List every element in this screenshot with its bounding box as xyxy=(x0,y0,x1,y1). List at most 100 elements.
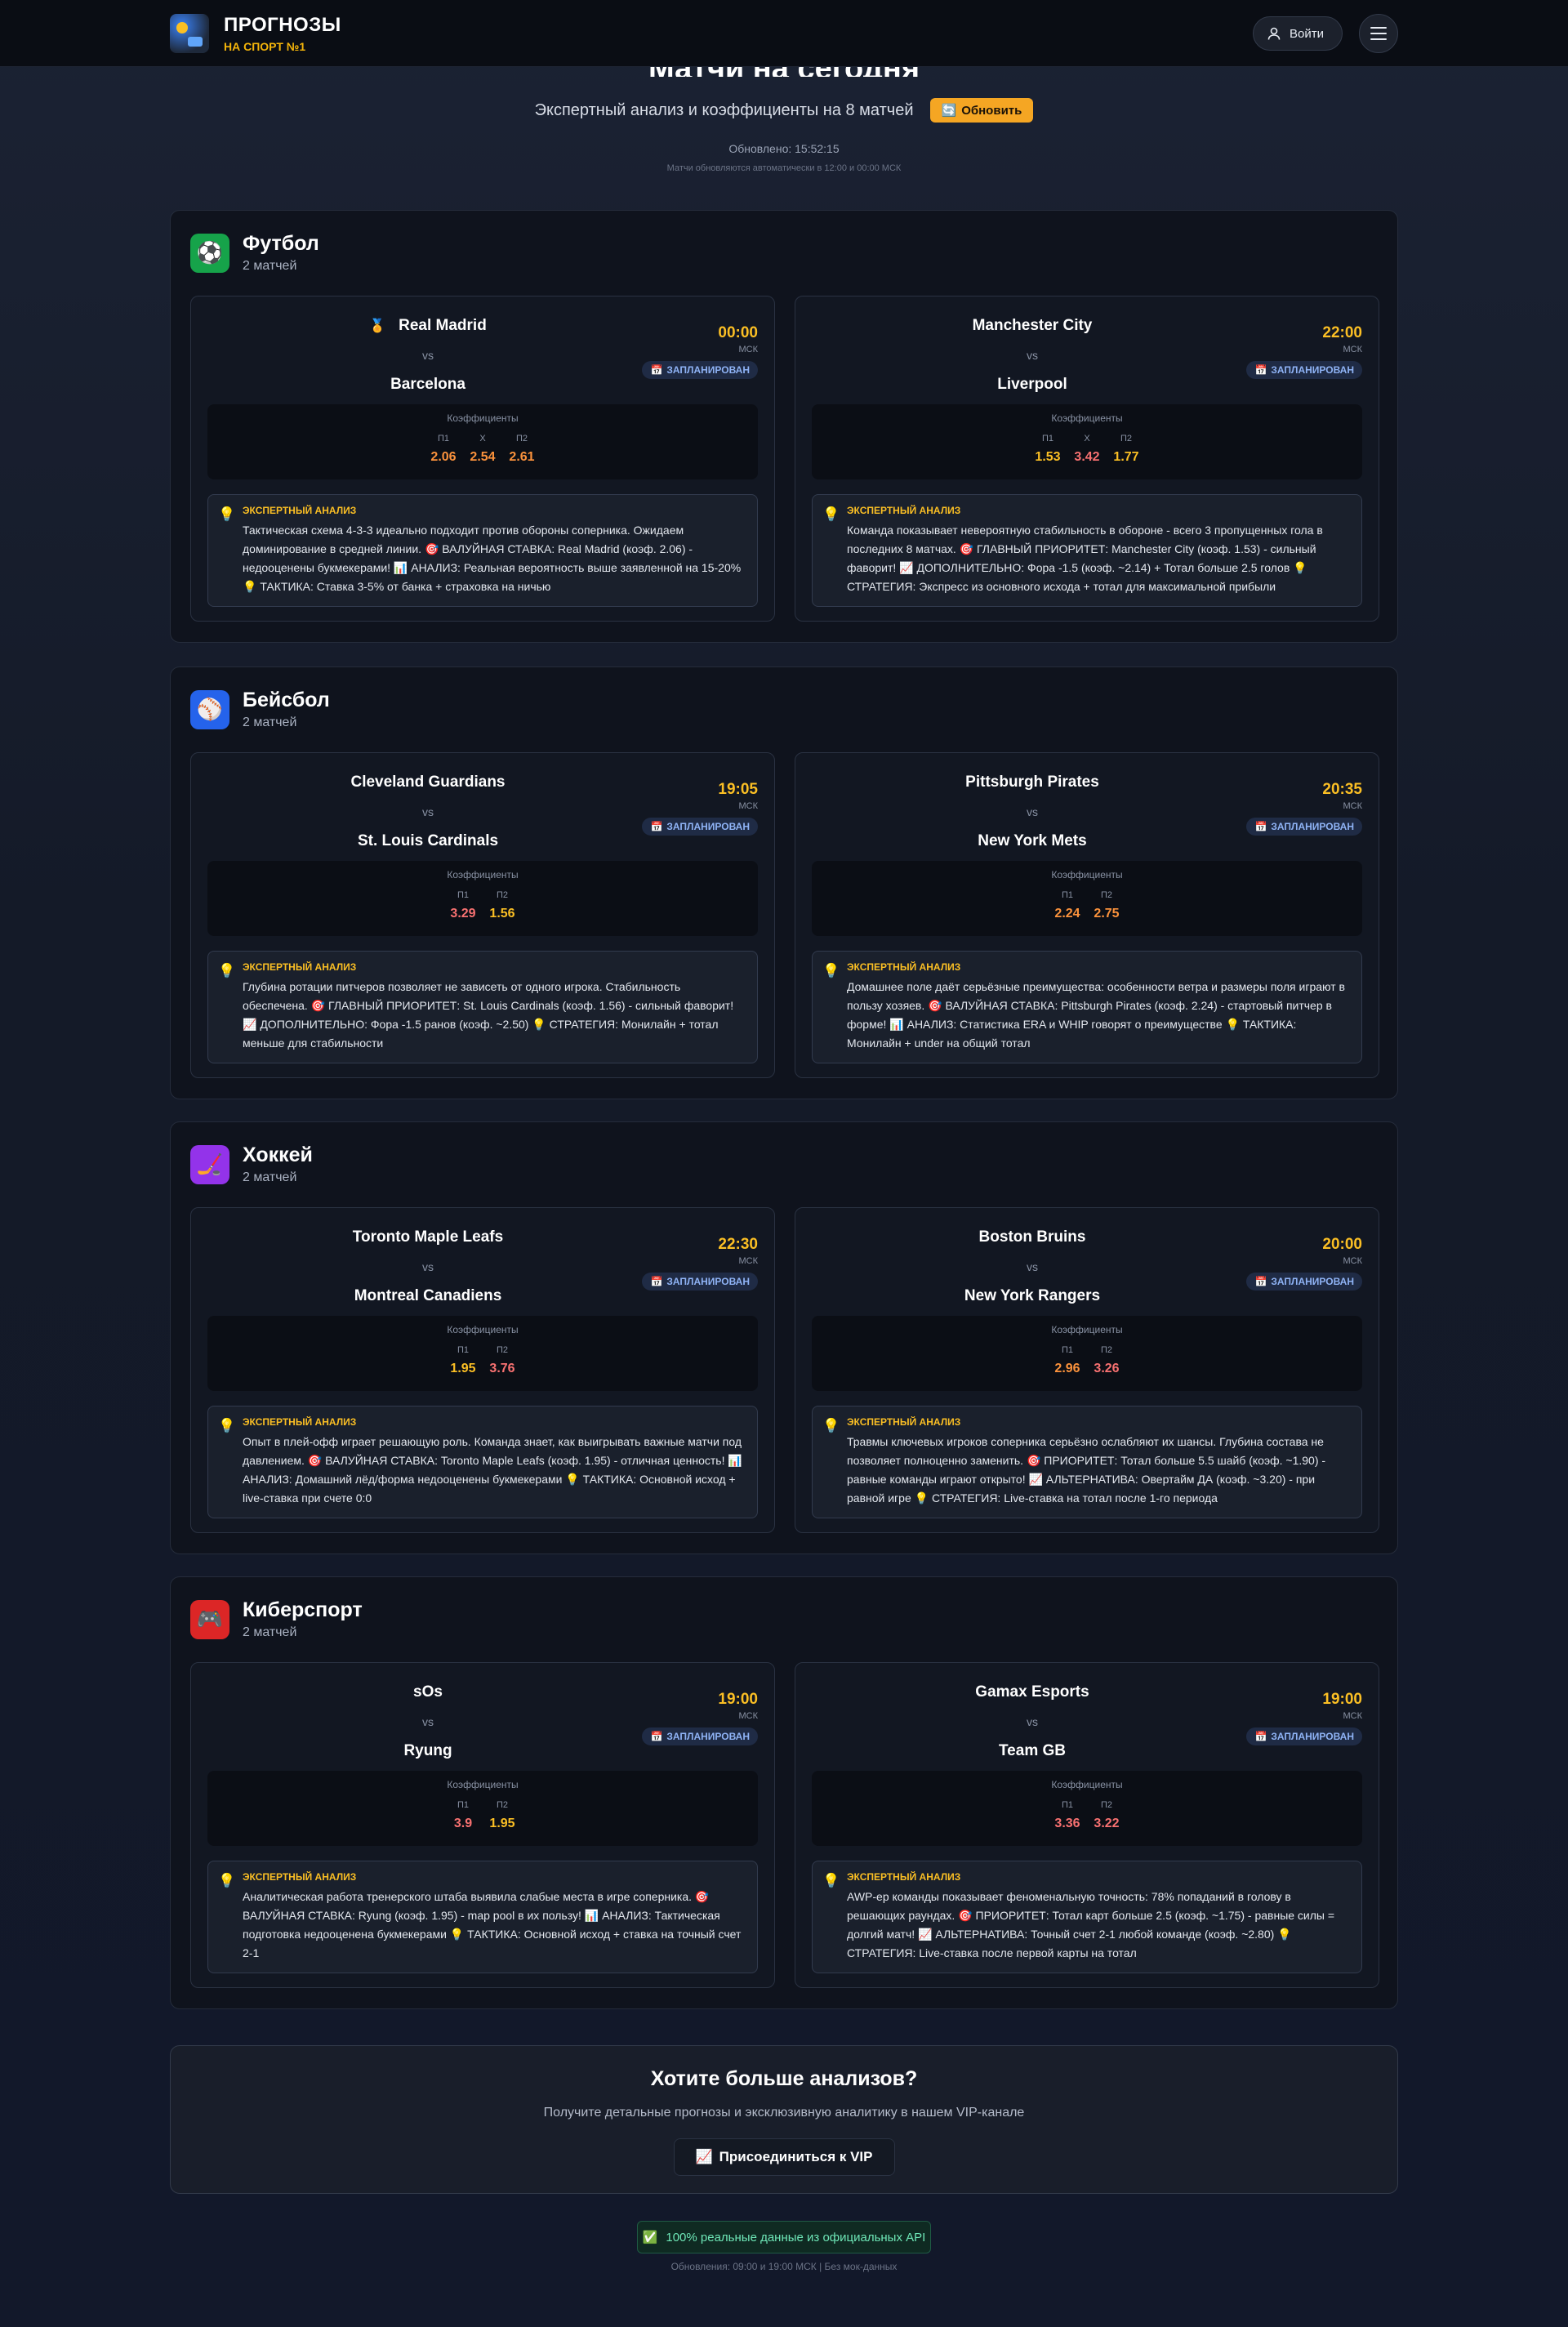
gamepad-icon: 🎮 xyxy=(190,1599,229,1639)
odd-p1[interactable]: П1 3.9 xyxy=(449,1800,477,1831)
odd-p2[interactable]: П2 1.56 xyxy=(488,890,516,921)
match-card[interactable]: sOs vs Ryung 19:00 МСК 📅 ЗАПЛАНИРОВАН Ко… xyxy=(190,1662,775,1988)
status-badge: 📅 ЗАПЛАНИРОВАН xyxy=(1246,1273,1362,1291)
odds-panel: Коэффициенты П1 2.06 X 2.54 П2 2.61 xyxy=(207,404,758,479)
expert-analysis: 💡 ЭКСПЕРТНЫЙ АНАЛИЗ Глубина ротации питч… xyxy=(207,951,758,1063)
odd-p2[interactable]: П2 3.76 xyxy=(488,1345,516,1376)
footer-note: Обновления: 09:00 и 19:00 МСК | Без мок-… xyxy=(670,2261,898,2272)
cta-title: Хотите больше анализов? xyxy=(650,2067,918,2090)
analysis-text: Команда показывает невероятную стабильно… xyxy=(847,524,1323,593)
odd-label: П1 xyxy=(457,1345,470,1355)
sport-name: Футбол xyxy=(243,232,319,255)
soccer-ball-icon: ⚽ xyxy=(190,233,229,273)
odd-p1[interactable]: П1 1.53 xyxy=(1034,434,1062,465)
odds-panel: Коэффициенты П1 3.29 П2 1.56 xyxy=(207,861,758,936)
match-card[interactable]: 🏅 Real Madrid vs Barcelona 00:00 МСК 📅 З… xyxy=(190,296,775,622)
odd-value: 3.9 xyxy=(453,1817,473,1830)
menu-button[interactable] xyxy=(1359,14,1398,53)
lightbulb-icon: 💡 xyxy=(822,1418,840,1433)
odd-p2[interactable]: П2 2.61 xyxy=(508,434,536,465)
home-team: Cleveland Guardians xyxy=(191,773,665,792)
status-badge: 📅 ЗАПЛАНИРОВАН xyxy=(642,818,758,836)
odd-value: 1.56 xyxy=(489,907,515,921)
calendar-icon: 📅 xyxy=(1254,1731,1267,1742)
check-icon: ✅ xyxy=(642,2231,658,2245)
refresh-button[interactable]: 🔄 Обновить xyxy=(929,98,1034,123)
odd-x[interactable]: X 2.54 xyxy=(469,434,497,465)
match-count: 2 матчей xyxy=(243,715,297,729)
status-label: ЗАПЛАНИРОВАН xyxy=(666,364,750,376)
odd-value: 2.96 xyxy=(1054,1362,1080,1375)
odd-p1[interactable]: П1 3.36 xyxy=(1054,1800,1081,1831)
away-team: Team GB xyxy=(795,1741,1269,1761)
home-team-name: Cleveland Guardians xyxy=(350,773,506,791)
hockey-stick-icon: 🏒 xyxy=(190,1144,229,1184)
login-label: Войти xyxy=(1290,26,1324,41)
odd-p1[interactable]: П1 2.96 xyxy=(1054,1345,1081,1376)
expert-analysis: 💡 ЭКСПЕРТНЫЙ АНАЛИЗ Тактическая схема 4-… xyxy=(207,494,758,607)
match-card[interactable]: Boston Bruins vs New York Rangers 20:00 … xyxy=(795,1207,1379,1533)
odd-p2[interactable]: П2 1.77 xyxy=(1112,434,1140,465)
join-vip-button[interactable]: 📈 Присоединиться к VIP xyxy=(673,2138,895,2176)
odd-value: 3.76 xyxy=(489,1362,515,1375)
odd-label: П1 xyxy=(1061,1800,1074,1810)
odd-p2[interactable]: П2 3.26 xyxy=(1093,1345,1120,1376)
analysis-title: ЭКСПЕРТНЫЙ АНАЛИЗ xyxy=(847,505,961,516)
user-icon xyxy=(1267,27,1281,40)
odd-x[interactable]: X 3.42 xyxy=(1073,434,1101,465)
analysis-title: ЭКСПЕРТНЫЙ АНАЛИЗ xyxy=(243,505,357,516)
odd-label: П2 xyxy=(496,890,509,900)
brand-subtitle: НА СПОРТ №1 xyxy=(224,40,306,53)
analysis-title: ЭКСПЕРТНЫЙ АНАЛИЗ xyxy=(243,961,357,973)
home-team: Boston Bruins xyxy=(795,1228,1269,1247)
status-label: ЗАПЛАНИРОВАН xyxy=(666,821,750,832)
match-card[interactable]: Gamax Esports vs Team GB 19:00 МСК 📅 ЗАП… xyxy=(795,1662,1379,1988)
odd-p1[interactable]: П1 2.24 xyxy=(1054,890,1081,921)
match-card[interactable]: Toronto Maple Leafs vs Montreal Canadien… xyxy=(190,1207,775,1533)
home-team: Pittsburgh Pirates xyxy=(795,773,1269,792)
away-team: Montreal Canadiens xyxy=(191,1286,665,1306)
odd-p1[interactable]: П1 2.06 xyxy=(430,434,457,465)
odd-p2[interactable]: П2 2.75 xyxy=(1093,890,1120,921)
match-card[interactable]: Pittsburgh Pirates vs New York Mets 20:3… xyxy=(795,752,1379,1078)
away-team: Barcelona xyxy=(191,375,665,395)
away-team-name: Ryung xyxy=(403,1742,452,1759)
login-button[interactable]: Войти xyxy=(1253,16,1343,51)
analysis-title: ЭКСПЕРТНЫЙ АНАЛИЗ xyxy=(243,1416,357,1428)
analysis-text: Аналитическая работа тренерского штаба в… xyxy=(243,1890,742,1959)
calendar-icon: 📅 xyxy=(1254,1276,1267,1287)
expert-analysis: 💡 ЭКСПЕРТНЫЙ АНАЛИЗ AWP-ер команды показ… xyxy=(812,1861,1362,1973)
odd-label: П1 xyxy=(457,1800,470,1810)
away-team-name: Team GB xyxy=(998,1742,1066,1759)
odd-value: 2.75 xyxy=(1094,907,1120,921)
odd-label: П2 xyxy=(1100,890,1113,900)
lightbulb-icon: 💡 xyxy=(822,963,840,978)
timezone-label: МСК xyxy=(1343,1256,1362,1266)
odd-p2[interactable]: П2 1.95 xyxy=(488,1800,516,1831)
odds-panel: Коэффициенты П1 1.95 П2 3.76 xyxy=(207,1316,758,1391)
odds-panel: Коэффициенты П1 2.24 П2 2.75 xyxy=(812,861,1362,936)
match-card[interactable]: Cleveland Guardians vs St. Louis Cardina… xyxy=(190,752,775,1078)
timezone-label: МСК xyxy=(738,1711,758,1721)
status-badge: 📅 ЗАПЛАНИРОВАН xyxy=(642,361,758,379)
match-time: 20:35 xyxy=(1322,781,1362,798)
odd-value: 1.95 xyxy=(489,1817,515,1830)
away-team-name: Barcelona xyxy=(390,376,466,393)
calendar-icon: 📅 xyxy=(1254,821,1267,832)
vs-label: vs xyxy=(422,1715,434,1728)
status-badge: 📅 ЗАПЛАНИРОВАН xyxy=(1246,1727,1362,1745)
home-team-name: Pittsburgh Pirates xyxy=(965,773,1099,791)
odds-title: Коэффициенты xyxy=(447,1779,519,1790)
home-team-name: Real Madrid xyxy=(399,317,487,334)
analysis-title: ЭКСПЕРТНЫЙ АНАЛИЗ xyxy=(847,1416,961,1428)
data-source-badge: ✅ 100% реальные данные из официальных AP… xyxy=(637,2221,931,2253)
odd-p2[interactable]: П2 3.22 xyxy=(1093,1800,1120,1831)
match-card[interactable]: Manchester City vs Liverpool 22:00 МСК 📅… xyxy=(795,296,1379,622)
lightbulb-icon: 💡 xyxy=(218,963,236,978)
match-time: 19:05 xyxy=(718,781,758,798)
sport-name: Хоккей xyxy=(243,1143,313,1166)
brand[interactable]: ПРОГНОЗЫ НА СПОРТ №1 xyxy=(170,14,341,53)
odd-p1[interactable]: П1 3.29 xyxy=(449,890,477,921)
odd-p1[interactable]: П1 1.95 xyxy=(449,1345,477,1376)
refresh-icon: 🔄 xyxy=(941,104,957,118)
